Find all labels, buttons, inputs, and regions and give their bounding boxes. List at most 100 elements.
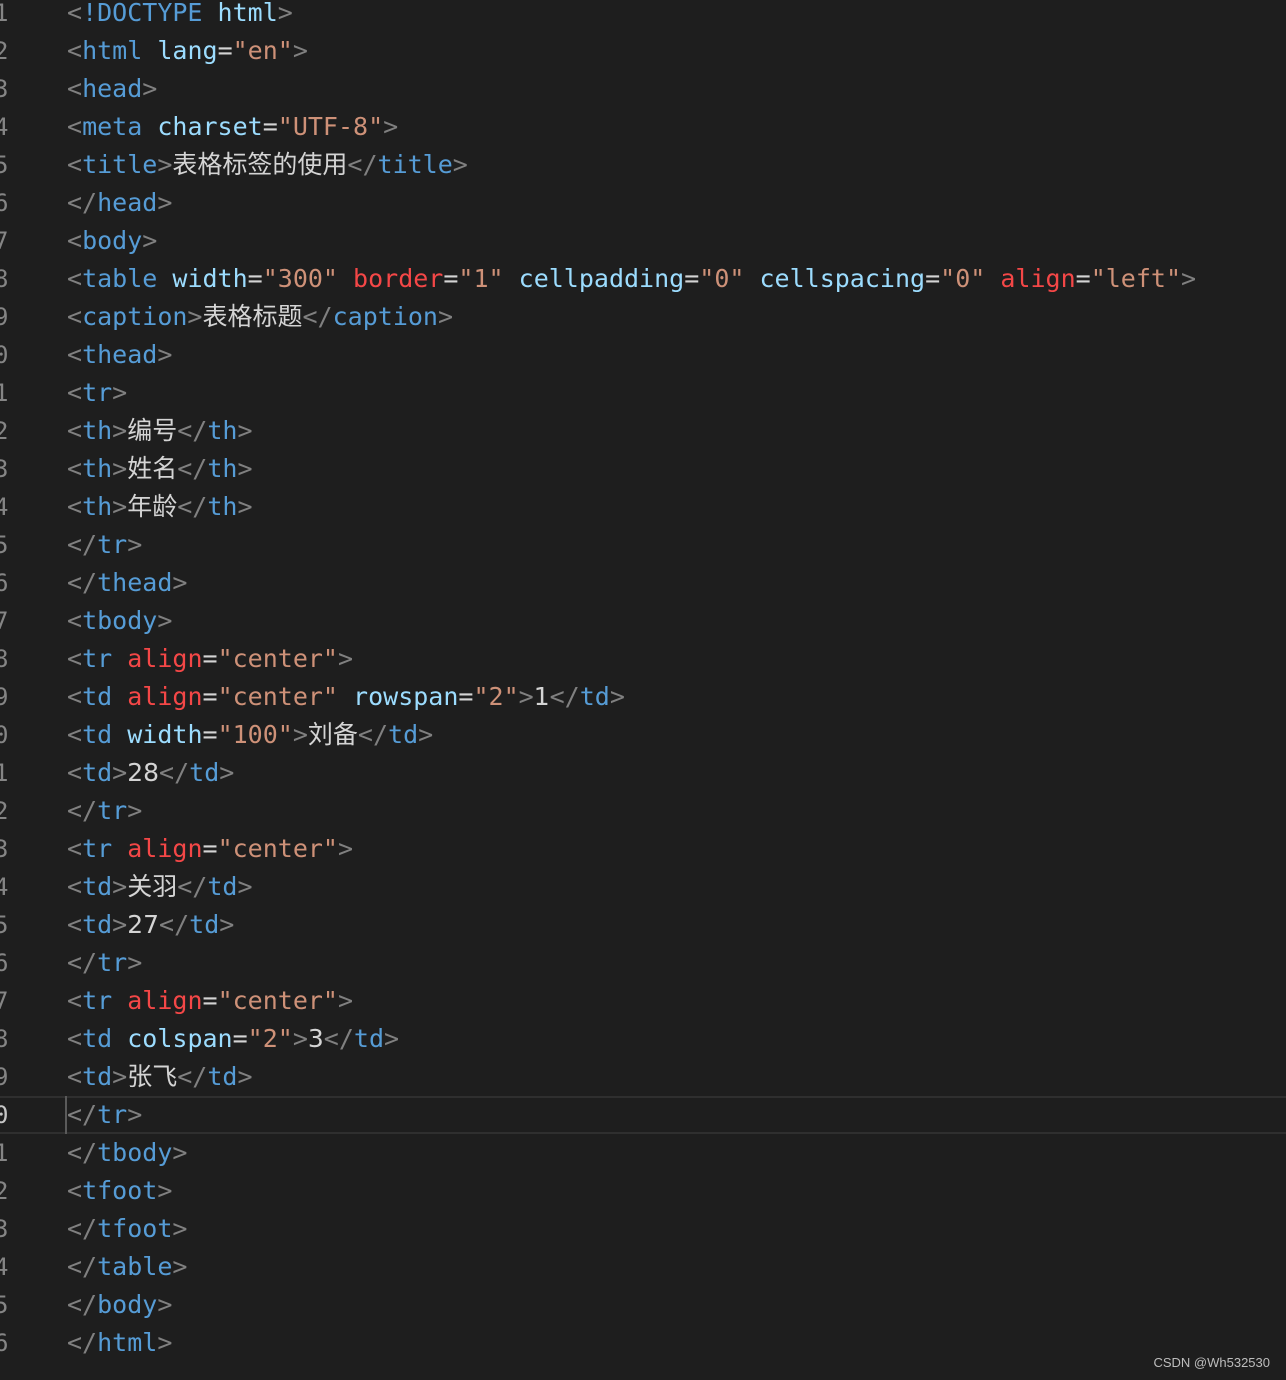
line-number: 0 bbox=[0, 1101, 9, 1129]
punctuation-token: > bbox=[127, 1100, 143, 1129]
tag-name-token: td bbox=[82, 720, 113, 749]
punctuation-token bbox=[112, 720, 127, 749]
text-token: 张飞 bbox=[127, 1062, 178, 1091]
tag-name-token: tr bbox=[82, 378, 113, 407]
code-line[interactable]: 6 </thead> bbox=[0, 564, 1286, 602]
punctuation-token: > bbox=[418, 720, 434, 749]
code-line[interactable]: 2 <th>编号</th> bbox=[0, 412, 1286, 450]
line-content: <td width="100">刘备</td> bbox=[67, 716, 433, 754]
line-content: </tr> bbox=[67, 944, 142, 982]
string-token: "left" bbox=[1090, 264, 1181, 293]
code-line[interactable]: 9 <td align="center" rowspan="2">1</td> bbox=[0, 678, 1286, 716]
code-line[interactable]: 5 <title>表格标签的使用</title> bbox=[0, 146, 1286, 184]
punctuation-token bbox=[142, 36, 157, 65]
line-number: 4 bbox=[0, 113, 9, 141]
line-content: <tr align="center"> bbox=[67, 982, 353, 1020]
code-line[interactable]: 7 <body> bbox=[0, 222, 1286, 260]
punctuation-token: > bbox=[292, 1024, 308, 1053]
punctuation-token bbox=[202, 0, 217, 27]
punctuation-token: < bbox=[67, 112, 83, 141]
punctuation-token: < bbox=[67, 0, 83, 27]
tag-name-token: th bbox=[207, 492, 238, 521]
punctuation-token: > bbox=[337, 834, 354, 863]
tag-name-token: !DOCTYPE bbox=[82, 0, 203, 27]
text-token: 3 bbox=[307, 1024, 324, 1053]
punctuation-token: > bbox=[337, 644, 354, 673]
code-line[interactable]: 9 <td>张飞</td> bbox=[0, 1058, 1286, 1096]
code-line[interactable]: 9 <caption>表格标题</caption> bbox=[0, 298, 1286, 336]
code-line[interactable]: 1 <td>28</td> bbox=[0, 754, 1286, 792]
punctuation-token: </ bbox=[67, 530, 98, 559]
equals-token: = bbox=[202, 834, 218, 863]
punctuation-token: < bbox=[67, 872, 83, 901]
punctuation-token: </ bbox=[347, 150, 378, 179]
code-line[interactable]: 3 </tfoot> bbox=[0, 1210, 1286, 1248]
equals-token: = bbox=[217, 36, 233, 65]
string-token: "center" bbox=[217, 986, 338, 1015]
string-token: "2" bbox=[473, 682, 519, 711]
code-line[interactable]: 3 <th>姓名</th> bbox=[0, 450, 1286, 488]
punctuation-token: > bbox=[237, 454, 253, 483]
code-line[interactable]: 2 </tr> bbox=[0, 792, 1286, 830]
punctuation-token: </ bbox=[67, 1252, 98, 1281]
code-line[interactable]: 8 <td colspan="2">3</td> bbox=[0, 1020, 1286, 1058]
line-content: <td>关羽</td> bbox=[67, 868, 253, 906]
code-editor[interactable]: 1 <!DOCTYPE html> 2 <html lang="en"> 3 <head>… bbox=[0, 0, 1286, 1362]
code-line[interactable]: 4 <meta charset="UTF-8"> bbox=[0, 108, 1286, 146]
string-token: "0" bbox=[699, 264, 745, 293]
code-line[interactable]: 3 <tr align="center"> bbox=[0, 830, 1286, 868]
code-line[interactable]: 5 <td>27</td> bbox=[0, 906, 1286, 944]
watermark: CSDN @Wh532530 bbox=[1153, 1355, 1270, 1370]
line-number: 1 bbox=[0, 759, 9, 787]
punctuation-token: > bbox=[518, 682, 534, 711]
tag-name-token: caption bbox=[82, 302, 188, 331]
punctuation-token: </ bbox=[67, 796, 98, 825]
line-number: 0 bbox=[0, 341, 9, 369]
punctuation-token: > bbox=[237, 1062, 253, 1091]
code-line[interactable]: 6 </head> bbox=[0, 184, 1286, 222]
line-number: 4 bbox=[0, 493, 9, 521]
punctuation-token: </ bbox=[549, 682, 580, 711]
line-content: <caption>表格标题</caption> bbox=[67, 298, 453, 336]
code-line[interactable]: 8 <table width="300" border="1" cellpaddi… bbox=[0, 260, 1286, 298]
code-line[interactable]: 1 <tr> bbox=[0, 374, 1286, 412]
punctuation-token: > bbox=[237, 872, 253, 901]
code-line[interactable]: 5 </tr> bbox=[0, 526, 1286, 564]
line-content: <title>表格标签的使用</title> bbox=[67, 146, 468, 184]
code-line[interactable]: 4 <td>关羽</td> bbox=[0, 868, 1286, 906]
tag-name-token: th bbox=[82, 454, 113, 483]
code-line[interactable]: 7 <tbody> bbox=[0, 602, 1286, 640]
code-line[interactable]: 4 </table> bbox=[0, 1248, 1286, 1286]
punctuation-token: < bbox=[67, 226, 83, 255]
punctuation-token: > bbox=[127, 948, 143, 977]
tag-name-token: td bbox=[82, 1062, 113, 1091]
line-number: 2 bbox=[0, 797, 9, 825]
code-line[interactable]: 1 <!DOCTYPE html> bbox=[0, 0, 1286, 32]
code-line[interactable]: 4 <th>年龄</th> bbox=[0, 488, 1286, 526]
code-line[interactable]: 5 </body> bbox=[0, 1286, 1286, 1324]
code-line[interactable]: 1 </tbody> bbox=[0, 1134, 1286, 1172]
punctuation-token: </ bbox=[177, 416, 208, 445]
code-line[interactable]: 8 <tr align="center"> bbox=[0, 640, 1286, 678]
code-line[interactable]: 0 <thead> bbox=[0, 336, 1286, 374]
punctuation-token: > bbox=[112, 416, 128, 445]
line-number: 5 bbox=[0, 1291, 9, 1319]
punctuation-token: </ bbox=[67, 1214, 98, 1243]
punctuation-token: > bbox=[437, 302, 454, 331]
line-number: 9 bbox=[0, 1063, 9, 1091]
code-line[interactable]: 2 <tfoot> bbox=[0, 1172, 1286, 1210]
attribute-token: width bbox=[127, 720, 203, 749]
punctuation-token: > bbox=[112, 758, 128, 787]
code-line[interactable]: 6 </tr> bbox=[0, 944, 1286, 982]
code-line[interactable]: 3 <head> bbox=[0, 70, 1286, 108]
line-number: 2 bbox=[0, 37, 9, 65]
attribute-token: width bbox=[172, 264, 248, 293]
code-line[interactable]: 7 <tr align="center"> bbox=[0, 982, 1286, 1020]
code-line[interactable]: 0 </tr> bbox=[0, 1096, 1286, 1134]
code-line[interactable]: 6 </html> bbox=[0, 1324, 1286, 1362]
line-content: <head> bbox=[67, 70, 157, 108]
line-number: 8 bbox=[0, 645, 9, 673]
code-line[interactable]: 0 <td width="100">刘备</td> bbox=[0, 716, 1286, 754]
code-line[interactable]: 2 <html lang="en"> bbox=[0, 32, 1286, 70]
tag-name-token: td bbox=[579, 682, 610, 711]
